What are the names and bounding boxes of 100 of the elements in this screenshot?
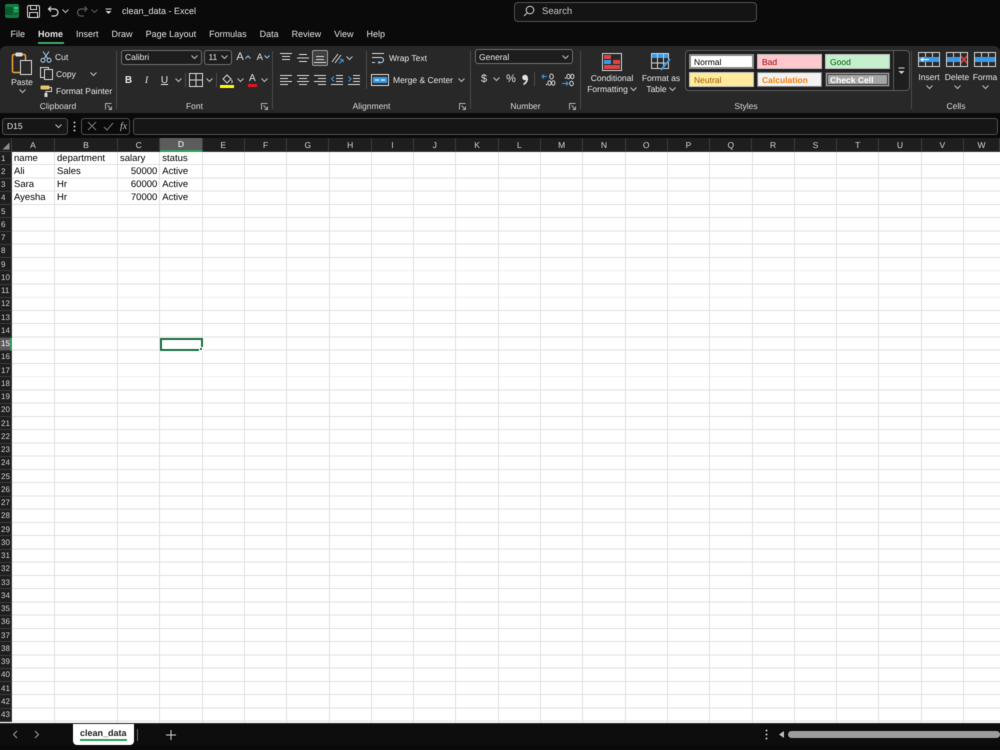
ribbon-tab[interactable]: Formulas [202,22,254,46]
merge-center-button[interactable]: Merge & Center [371,71,453,88]
ribbon-tab[interactable]: Help [360,22,392,46]
column-header[interactable]: D [160,138,203,152]
row-header[interactable]: 25 [0,470,12,484]
grow-font-button[interactable]: A [234,50,253,64]
row-header[interactable]: 30 [0,536,12,550]
decrease-indent-icon[interactable] [330,74,344,86]
row-header[interactable]: 10 [0,271,12,284]
decimal-right-arrow-icon[interactable] [560,72,575,86]
row-header[interactable]: 14 [0,324,12,338]
dialog-launcher-icon[interactable] [261,102,268,110]
row-header[interactable]: 41 [0,682,12,696]
undo-icon[interactable] [47,4,60,18]
decimal-left-arrow-icon[interactable] [540,72,555,86]
row-header[interactable]: 29 [0,523,12,536]
cell-grid[interactable] [0,152,1000,723]
cell-style-option[interactable]: Normal [689,54,754,69]
font-name-dropdown[interactable]: Calibri [121,50,202,64]
row-header[interactable]: 20 [0,404,12,417]
search-field[interactable]: Search [514,2,757,22]
ribbon-tab[interactable]: Review [285,22,328,46]
row-header[interactable]: 18 [0,377,12,390]
checkmark-icon[interactable] [103,122,114,130]
cell-style-option[interactable]: Neutral [689,72,754,87]
scrollbar-thumb[interactable] [788,731,1000,738]
comma-icon[interactable] [522,74,528,84]
caret-down-icon[interactable] [90,72,97,76]
row-header[interactable]: 7 [0,232,12,245]
delete-cells-button[interactable]: Delete [943,52,971,99]
caret-down-icon[interactable] [237,78,244,82]
dialog-launcher-icon[interactable] [459,102,466,110]
paste-button[interactable]: Paste [9,51,35,99]
name-box[interactable]: D15 [2,118,68,134]
format-cells-button[interactable]: Forma [971,52,999,99]
row-header[interactable]: 39 [0,656,12,669]
align-bottom-button[interactable] [312,50,328,66]
ribbon-tab[interactable]: Page Layout [139,22,203,46]
row-header[interactable]: 32 [0,562,12,576]
ribbon-tab[interactable]: File [4,22,32,46]
row-header[interactable]: 17 [0,364,12,378]
plus-icon[interactable] [166,730,176,740]
row-header[interactable]: 33 [0,576,12,590]
row-header[interactable]: 15 [0,338,12,351]
caret-down-icon[interactable] [206,78,213,82]
row-header[interactable]: 6 [0,218,12,232]
sheet-tab[interactable]: clean_data [73,724,134,745]
row-header[interactable]: 43 [0,708,12,722]
row-header[interactable]: 8 [0,244,12,258]
caret-down-icon[interactable] [260,78,268,82]
shrink-font-button[interactable]: A [254,50,272,64]
caret-down-icon[interactable] [62,9,69,13]
formula-input[interactable] [133,118,998,134]
borders-icon[interactable] [189,73,203,87]
row-header[interactable]: 37 [0,629,12,642]
row-header[interactable]: 12 [0,298,12,311]
chevron-left-icon[interactable] [12,730,18,739]
row-header[interactable]: 9 [0,258,12,272]
row-header[interactable]: 5 [0,205,12,218]
paint-bucket-icon[interactable] [220,72,234,88]
row-header[interactable]: 36 [0,616,12,629]
bold-button[interactable]: B [121,72,136,88]
insert-function-button[interactable]: fx [120,120,128,132]
row-header[interactable]: 42 [0,695,12,708]
row-header[interactable]: 26 [0,483,12,496]
row-header[interactable]: 40 [0,668,12,682]
format-painter-button[interactable]: Format Painter [40,82,112,99]
row-header[interactable]: 24 [0,456,12,470]
row-header[interactable]: 1 [0,152,12,166]
format-as-table-button[interactable]: Format as Table [639,48,683,99]
percent-button[interactable]: % [506,72,516,86]
orientation-icon[interactable] [330,52,344,64]
ribbon-tab[interactable]: Data [253,22,286,46]
row-header[interactable]: 31 [0,550,12,563]
underline-button[interactable]: U [157,72,172,88]
row-header[interactable]: 11 [0,284,12,298]
cut-button[interactable]: Cut [40,48,112,65]
dialog-launcher-icon[interactable] [569,102,576,110]
caret-down-icon[interactable] [458,78,465,82]
vertical-dots-icon[interactable] [765,729,768,740]
row-header[interactable]: 23 [0,444,12,457]
cancel-icon[interactable] [87,121,97,131]
ribbon-tab[interactable]: Insert [70,22,106,46]
row-header[interactable]: 3 [0,178,12,192]
row-header[interactable]: 4 [0,192,12,205]
row-header[interactable]: 13 [0,311,12,324]
vertical-dots-icon[interactable] [73,120,76,132]
ribbon-tab[interactable]: View [328,22,360,46]
save-icon[interactable] [27,4,40,18]
caret-down-icon[interactable] [346,56,353,60]
row-header[interactable]: 22 [0,430,12,444]
ribbon-tab[interactable]: Draw [105,22,140,46]
caret-down-icon[interactable] [493,77,500,81]
insert-cells-button[interactable]: Insert [915,52,943,99]
selected-cell[interactable] [160,338,203,351]
row-header[interactable]: 2 [0,165,12,178]
cell-style-option[interactable]: Bad [757,54,822,69]
chevron-right-icon[interactable] [34,730,40,739]
font-color-button[interactable]: A [247,72,258,88]
cell-style-option[interactable]: Good [825,54,890,69]
